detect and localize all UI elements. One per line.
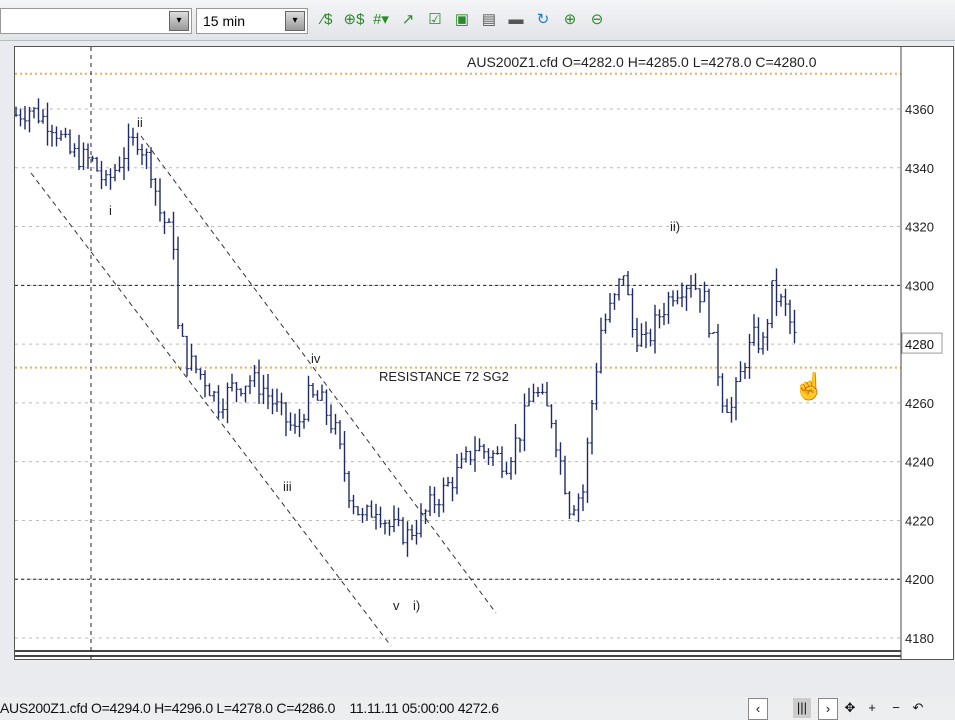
chart-canvas[interactable]: 4360 4340 4320 4300 4280 4260 4240 4220 4200 4180…: [15, 47, 953, 659]
add-s-icon[interactable]: ⊕$: [343, 8, 365, 32]
y-tick-label: 4300: [905, 278, 934, 293]
chart-trend-icon[interactable]: ↗: [397, 8, 419, 32]
y-tick-label: 4240: [905, 455, 934, 470]
wave-label-iii: iii: [283, 479, 292, 494]
chevron-down-icon[interactable]: ▾: [169, 11, 189, 31]
wave-label-v: v: [393, 598, 400, 613]
check-chart-icon[interactable]: ☑: [424, 8, 446, 32]
channel-line-lower: [30, 172, 392, 647]
wave-label-ii-paren: ii): [670, 219, 680, 234]
zoom-in-icon[interactable]: +: [864, 698, 880, 718]
chart-icon[interactable]: ▣: [451, 8, 473, 32]
toolbar: ▾ 15 min ▾ ∕$ ⊕$ #▾ ↗ ☑ ▣ ▤ ▬ ↻ ⊕ ⊖: [0, 0, 955, 41]
zoom-in-chart-icon[interactable]: ⊕: [559, 8, 581, 32]
refresh-icon[interactable]: ↻: [532, 8, 554, 32]
undo-icon[interactable]: ↶: [910, 698, 926, 718]
document-icon[interactable]: ▤: [478, 8, 500, 32]
status-text: AUS200Z1.cfd O=4294.0 H=4296.0 L=4278.0 …: [0, 700, 499, 716]
hand-cursor-icon: ☝: [793, 370, 825, 402]
wave-label-i-paren: i): [413, 598, 420, 613]
wave-label-i: i: [109, 203, 112, 218]
y-tick-label: 4220: [905, 513, 934, 528]
print-icon[interactable]: ▬: [505, 8, 527, 32]
timeframe-value: 15 min: [203, 13, 246, 29]
y-tick-label: 4200: [905, 572, 934, 587]
y-tick-label: 4340: [905, 161, 934, 176]
current-price-label: 4280: [905, 337, 934, 352]
chevron-down-icon[interactable]: ▾: [285, 11, 305, 31]
y-tick-label: 4180: [905, 631, 934, 646]
y-tick-label: 4360: [905, 102, 934, 117]
price-chart[interactable]: 4360 4340 4320 4300 4280 4260 4240 4220 4200 4180…: [14, 46, 954, 660]
wave-label-iv: iv: [311, 351, 321, 366]
draw-s-icon[interactable]: ∕$: [316, 8, 338, 32]
wave-label-resistance: RESISTANCE 72 SG2: [379, 369, 509, 384]
symbol-combo[interactable]: ▾: [0, 8, 192, 34]
wave-label-ii: ii: [137, 115, 143, 130]
scroll-right-button[interactable]: ›: [818, 698, 838, 720]
scrollbar-thumb[interactable]: |||: [793, 698, 811, 718]
zoom-out-icon[interactable]: −: [888, 698, 904, 718]
pan-icon[interactable]: ✥: [842, 698, 858, 718]
scroll-left-button[interactable]: ‹: [748, 698, 768, 720]
status-bar: AUS200Z1.cfd O=4294.0 H=4296.0 L=4278.0 …: [0, 697, 955, 720]
grid-icon[interactable]: #▾: [370, 8, 392, 32]
y-tick-label: 4260: [905, 396, 934, 411]
y-tick-label: 4320: [905, 220, 934, 235]
zoom-out-chart-icon[interactable]: ⊖: [586, 8, 608, 32]
timeframe-select[interactable]: 15 min ▾: [196, 8, 308, 34]
ohlc-header: AUS200Z1.cfd O=4282.0 H=4285.0 L=4278.0 …: [467, 54, 817, 70]
